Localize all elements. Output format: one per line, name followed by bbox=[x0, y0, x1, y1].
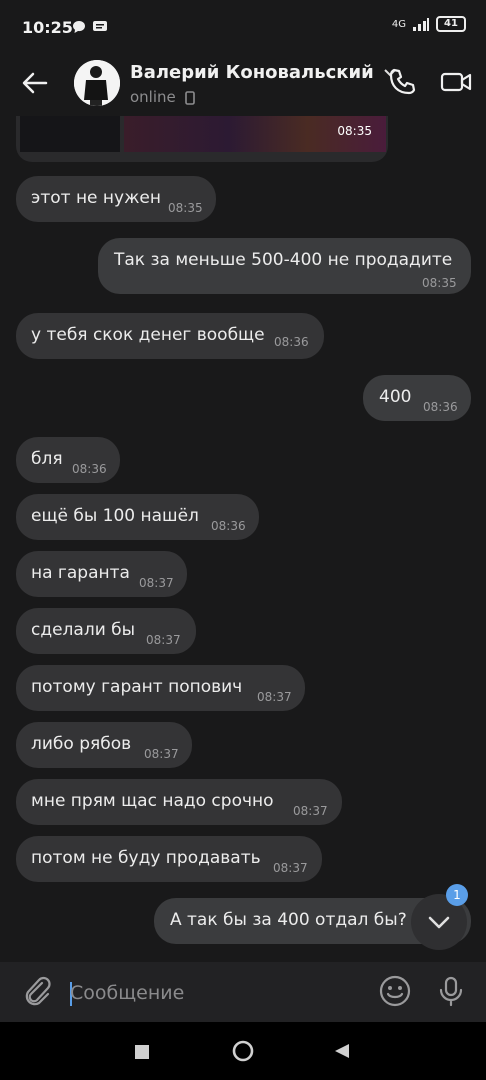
status-time: 10:25 bbox=[22, 18, 73, 37]
recents-icon[interactable] bbox=[134, 1044, 150, 1060]
incoming-message[interactable]: либо рябов 08:37 bbox=[16, 722, 192, 768]
message-text: бля bbox=[31, 449, 63, 469]
message-text: мне прям щас надо срочно bbox=[31, 791, 274, 811]
message-time: 08:36 bbox=[423, 400, 458, 414]
message-text: потому гарант попович bbox=[31, 677, 243, 697]
message-text: у тебя скок денег вообще bbox=[31, 325, 265, 345]
incoming-message[interactable]: потом не буду продавать 08:37 bbox=[16, 836, 322, 882]
incoming-message[interactable]: потому гарант попович 08:37 bbox=[16, 665, 305, 711]
message-time: 08:35 bbox=[422, 276, 457, 290]
message-time: 08:36 bbox=[274, 335, 309, 349]
status-bar: 10:25 4G 41 bbox=[0, 0, 486, 56]
media-message[interactable]: 08:35 bbox=[16, 116, 388, 162]
incoming-message[interactable]: этот не нужен 08:35 bbox=[16, 176, 216, 222]
outgoing-message[interactable]: Так за меньше 500-400 не продадите 08:35 bbox=[98, 238, 471, 294]
message-time: 08:37 bbox=[257, 690, 292, 704]
message-text: 400 bbox=[379, 387, 412, 407]
message-text: ещё бы 100 нашёл bbox=[31, 506, 199, 526]
incoming-message[interactable]: мне прям щас надо срочно 08:37 bbox=[16, 779, 342, 825]
status-right: 4G 41 bbox=[392, 16, 466, 32]
message-text: либо рябов bbox=[31, 734, 132, 754]
phone-device-icon bbox=[184, 90, 195, 105]
microphone-icon[interactable] bbox=[434, 974, 468, 1008]
message-time: 08:35 bbox=[168, 201, 203, 215]
message-time: 08:35 bbox=[337, 124, 372, 138]
incoming-message[interactable]: бля 08:36 bbox=[16, 437, 120, 483]
message-text: этот не нужен bbox=[31, 188, 161, 208]
network-type: 4G bbox=[391, 18, 406, 30]
message-text: Так за меньше 500-400 не продадите bbox=[114, 250, 453, 270]
contact-status: online bbox=[130, 88, 195, 106]
message-text: потом не буду продавать bbox=[31, 848, 261, 868]
back-nav-icon[interactable] bbox=[334, 1043, 350, 1059]
paperclip-icon[interactable] bbox=[20, 974, 54, 1008]
message-time: 08:37 bbox=[139, 576, 174, 590]
incoming-message[interactable]: сделали бы 08:37 bbox=[16, 608, 196, 654]
message-input[interactable]: Сообщение bbox=[70, 978, 360, 1008]
phone-icon[interactable] bbox=[386, 66, 418, 98]
video-camera-icon[interactable] bbox=[440, 66, 472, 98]
chat-header: Валерий Коновальский online bbox=[0, 56, 486, 116]
message-time: 08:36 bbox=[211, 519, 246, 533]
arrow-left-icon[interactable] bbox=[20, 68, 50, 98]
message-list[interactable]: 08:35 этот не нужен 08:35 Так за меньше … bbox=[0, 116, 486, 962]
notification-icons bbox=[72, 20, 108, 34]
avatar-image bbox=[74, 60, 120, 106]
battery-indicator: 41 bbox=[436, 16, 466, 32]
outgoing-message[interactable]: 400 08:36 bbox=[363, 375, 471, 421]
unread-badge: 1 bbox=[446, 884, 468, 906]
avatar[interactable] bbox=[74, 60, 120, 106]
contact-name[interactable]: Валерий Коновальский bbox=[130, 62, 396, 83]
message-time: 08:37 bbox=[144, 747, 179, 761]
incoming-message[interactable]: у тебя скок денег вообще 08:36 bbox=[16, 313, 324, 359]
message-time: 08:37 bbox=[293, 804, 328, 818]
message-time: 08:36 bbox=[72, 462, 107, 476]
media-thumbnail[interactable] bbox=[20, 116, 120, 152]
chat-bubble-icon bbox=[73, 21, 85, 33]
message-text: сделали бы bbox=[31, 620, 136, 640]
message-text: на гаранта bbox=[31, 563, 130, 583]
message-text: А так бы за 400 отдал бы? bbox=[170, 910, 407, 930]
system-nav-bar bbox=[0, 1022, 486, 1080]
message-time: 08:37 bbox=[273, 861, 308, 875]
smile-icon[interactable] bbox=[378, 974, 412, 1008]
incoming-message[interactable]: ещё бы 100 нашёл 08:36 bbox=[16, 494, 259, 540]
message-time: 08:37 bbox=[146, 633, 181, 647]
message-icon bbox=[93, 21, 107, 31]
incoming-message[interactable]: на гаранта 08:37 bbox=[16, 551, 187, 597]
home-icon[interactable] bbox=[232, 1040, 254, 1062]
composer: Сообщение bbox=[0, 962, 486, 1022]
signal-icon bbox=[413, 18, 429, 31]
